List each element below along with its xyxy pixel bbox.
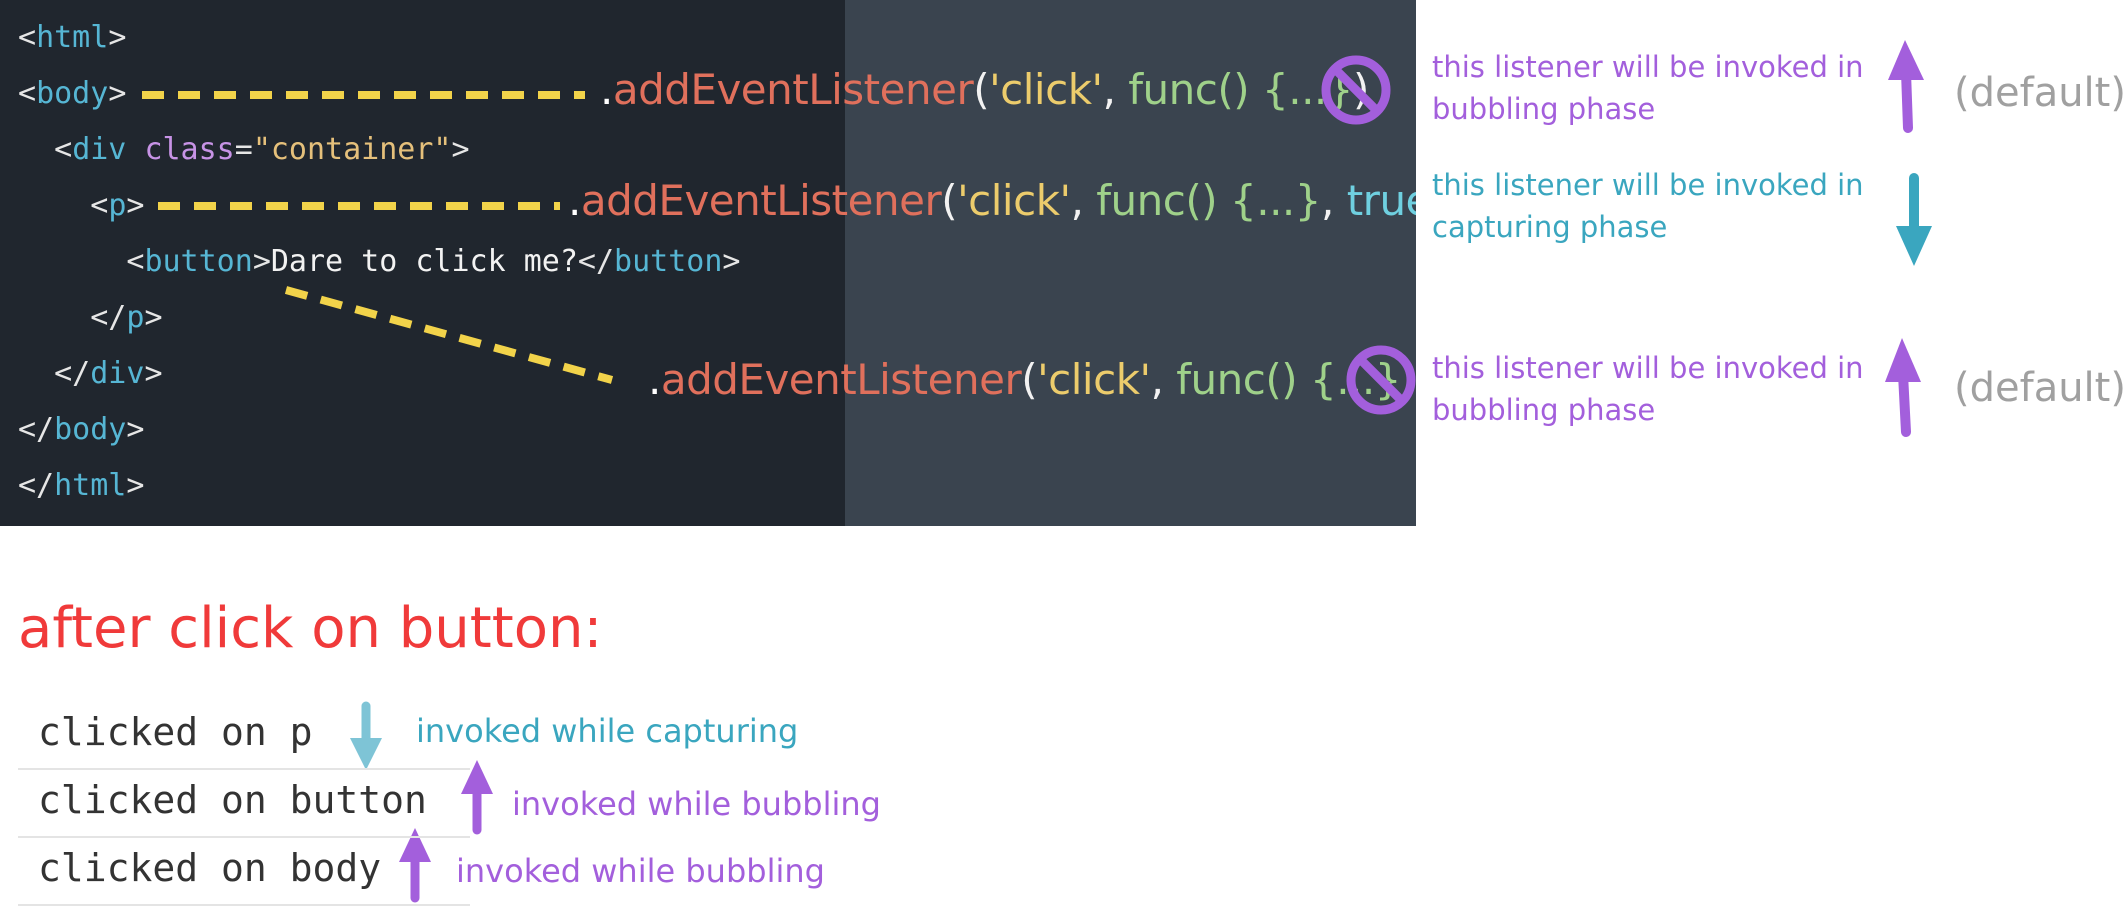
arrow-up-icon xyxy=(1885,338,1921,437)
console-log-text: clicked on button xyxy=(38,778,427,822)
annotation-button-bubbling: this listener will be invoked in bubblin… xyxy=(1432,351,1864,427)
no-entry-icon xyxy=(1346,345,1416,415)
default-label: (default) xyxy=(1954,365,2126,411)
arrow-up-icon xyxy=(1888,40,1924,133)
annotation-p-capturing: this listener will be invoked in capturi… xyxy=(1432,168,1864,244)
log-note-bubbling: invoked while bubbling xyxy=(456,852,825,890)
connector-button xyxy=(284,286,614,384)
dashed-connectors xyxy=(142,91,614,384)
no-entry-icon xyxy=(1321,55,1391,125)
log-note-bubbling: invoked while bubbling xyxy=(512,785,881,823)
default-label: (default) xyxy=(1954,70,2126,116)
log-note-capturing: invoked while capturing xyxy=(416,712,799,750)
console-log-text: clicked on p xyxy=(38,710,313,754)
arrow-down-icon xyxy=(1896,173,1932,266)
console-row: clicked on button xyxy=(18,770,470,838)
console-row: clicked on p xyxy=(18,702,470,770)
annotation-body-bubbling: this listener will be invoked in bubblin… xyxy=(1432,50,1864,126)
result-heading: after click on button: xyxy=(18,596,603,661)
console-row: clicked on body xyxy=(18,838,470,906)
console-log-text: clicked on body xyxy=(38,846,382,890)
